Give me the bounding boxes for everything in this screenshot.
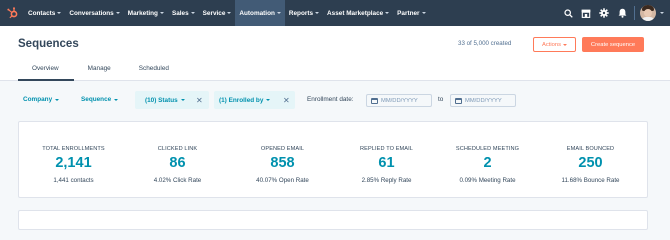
actions-button-label: Actions [541,41,561,48]
page-header: Sequences 33 of 5,000 created Actions Cr… [0,26,670,81]
start-date-placeholder: MM/DD/YYYY [381,97,418,104]
chevron-down-icon [563,43,567,46]
sequence-filter[interactable]: Sequence [81,96,119,103]
stat-value[interactable]: 250 [538,155,643,171]
stat-subtext: 2.85% Reply Rate [361,177,412,184]
date-range-to-label: to [438,96,444,103]
search-icon[interactable] [559,0,577,26]
avatar[interactable] [640,5,656,21]
stat-label: CLICKED LINK [157,146,198,152]
stat-value[interactable]: 2,141 [21,155,126,171]
actions-button[interactable]: Actions [533,37,576,52]
chevron-down-icon [227,12,232,14]
enrolled-by-filter[interactable]: (1) Enrolled by ✕ [214,91,295,109]
sequence-filter-label: Sequence [81,96,112,103]
stat-value[interactable]: 86 [125,155,230,171]
stat-subtext: 11.68% Bounce Rate [561,177,620,184]
nav-item-contacts[interactable]: Contacts [24,0,65,26]
tab-overview[interactable]: Overview [18,63,74,81]
nav-item-label: Partner [397,9,420,17]
end-date-input[interactable]: MM/DD/YYYY [450,94,516,107]
chevron-down-icon [114,98,119,101]
nav-item-label: Conversations [69,9,114,17]
close-icon[interactable]: ✕ [196,96,203,105]
chevron-down-icon [266,99,271,101]
tab-manage[interactable]: Manage [74,63,125,81]
calendar-icon [455,97,462,104]
calendar-icon [371,97,378,104]
content-card [18,210,648,230]
marketplace-icon[interactable] [577,0,595,26]
sequence-count: 33 of 5,000 created [458,40,512,47]
tab-bar: Overview Manage Scheduled [18,63,183,81]
stat-value[interactable]: 858 [230,155,335,171]
page-title: Sequences [18,38,79,50]
nav-item-sales[interactable]: Sales [168,0,199,26]
enrolled-by-filter-label: (1) Enrolled by [219,96,264,104]
hubspot-logo-icon[interactable] [3,0,23,26]
nav-item-service[interactable]: Service [199,0,236,26]
company-filter-label: Company [23,96,53,103]
stat-subtext: 0.09% Meeting Rate [459,177,516,184]
company-filter[interactable]: Company [23,96,60,103]
chevron-down-icon [180,99,185,101]
nav-item-automation[interactable]: Automation [235,0,285,26]
stat-subtext: 1,441 contacts [53,177,94,184]
start-date-input[interactable]: MM/DD/YYYY [366,94,432,107]
stat-subtext: 40.07% Open Rate [256,177,309,184]
nav-item-label: Reports [288,9,314,17]
nav-item-marketing[interactable]: Marketing [124,0,168,26]
stat-label: TOTAL ENROLLMENTS [42,146,105,152]
chevron-down-icon [385,12,390,14]
notifications-icon[interactable] [613,0,631,26]
nav-item-label: Service [202,9,226,17]
filter-bar: Company Sequence (10) Status ✕ (1) Enrol… [0,90,670,110]
nav-item-label: Asset Marketplace [327,9,384,17]
stat-value[interactable]: 61 [334,155,439,171]
nav-item-label: Sales [171,9,189,17]
stat-label: EMAIL BOUNCED [566,146,615,152]
chevron-down-icon [315,12,320,14]
nav-item-reports[interactable]: Reports [285,0,323,26]
chevron-down-icon [115,12,120,14]
stat-value[interactable]: 2 [435,155,540,171]
end-date-placeholder: MM/DD/YYYY [465,97,502,104]
nav-item-asset-marketplace[interactable]: Asset Marketplace [323,0,393,26]
chevron-down-icon [159,12,164,14]
tab-scheduled[interactable]: Scheduled [125,63,183,81]
nav-divider [634,6,635,20]
stat-label: REPLIED TO EMAIL [360,146,413,152]
stat-label: OPENED EMAIL [260,146,305,152]
stat-subtext: 4.02% Click Rate [153,177,202,184]
close-icon[interactable]: ✕ [283,96,290,105]
chevron-down-icon [276,12,281,14]
nav-menu: Contacts Conversations Marketing Sales S… [24,0,430,26]
chevron-down-icon [421,12,426,14]
chevron-down-icon [190,12,195,14]
create-sequence-button[interactable]: Create sequence [582,37,644,52]
settings-icon[interactable] [595,0,613,26]
nav-item-partner[interactable]: Partner [393,0,429,26]
stat-label: SCHEDULED MEETING [455,146,520,152]
status-filter-label: (10) Status [145,96,178,104]
nav-item-conversations[interactable]: Conversations [65,0,123,26]
stats-card: TOTAL ENROLLMENTS 2,141 1,441 contacts C… [18,121,648,198]
status-filter[interactable]: (10) Status ✕ [135,91,209,109]
nav-item-label: Marketing [127,9,158,17]
chevron-down-icon [57,12,62,14]
chevron-down-icon [55,98,60,101]
enrollment-date-label: Enrollment date: [307,96,354,103]
nav-item-label: Automation [239,9,275,17]
chevron-down-icon[interactable] [660,12,664,14]
top-navigation: Contacts Conversations Marketing Sales S… [0,0,670,26]
nav-item-label: Contacts [28,9,56,17]
nav-utilities [559,0,670,26]
